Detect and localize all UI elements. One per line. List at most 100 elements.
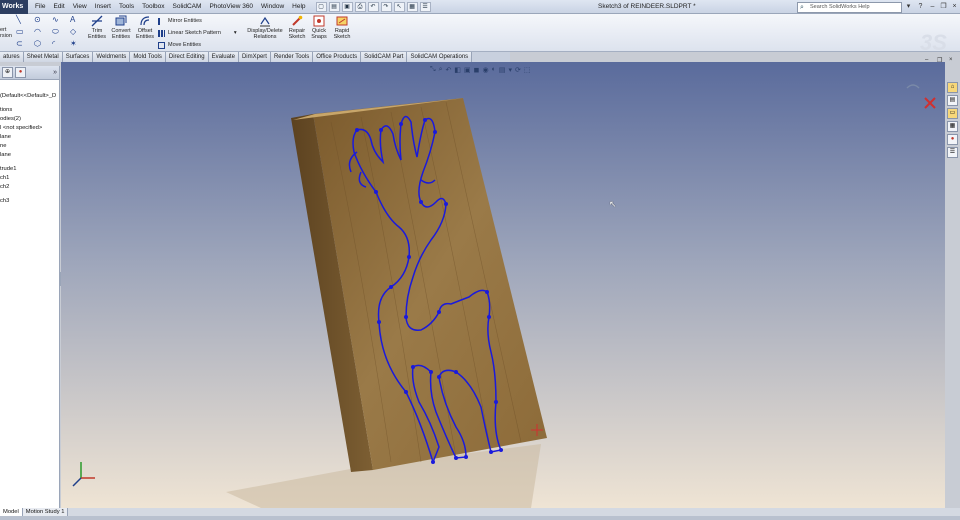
tree-item[interactable]: l <not specified> — [0, 124, 59, 133]
viewport-maximize-icon[interactable]: ❐ — [937, 57, 942, 64]
repair-sketch-button[interactable]: Repair Sketch — [286, 15, 308, 40]
linear-pattern-dropdown-icon[interactable]: ▾ — [234, 29, 237, 37]
apply-scene-icon[interactable]: ▤ — [499, 66, 506, 74]
open-folder-icon[interactable]: ▤ — [328, 1, 340, 12]
display-delete-relations-button[interactable]: Display/Delete Relations — [245, 15, 285, 40]
appearance-icon[interactable]: ● — [15, 67, 26, 78]
view-settings-icon[interactable]: ▾ — [508, 66, 512, 74]
tab-motion-study[interactable]: Motion Study 1 — [22, 508, 69, 516]
menu-edit[interactable]: Edit — [49, 0, 68, 14]
tree-item[interactable]: ch1 — [0, 174, 59, 183]
solidworks-resources-icon[interactable]: ⌂ — [947, 82, 958, 93]
tab-office-products[interactable]: Office Products — [313, 52, 362, 62]
tab-surfaces[interactable]: Surfaces — [62, 52, 94, 62]
tree-item[interactable]: odies(2) — [0, 115, 59, 124]
tree-item[interactable]: ch3 — [0, 197, 59, 206]
line-icon[interactable]: ╲ — [16, 15, 21, 24]
search-help-input[interactable]: ⌕ Search SolidWorks Help — [797, 2, 902, 13]
trim-entities-button[interactable]: Trim Entities — [86, 15, 108, 40]
tab-render-tools[interactable]: Render Tools — [270, 52, 314, 62]
tree-item[interactable]: trude1 — [0, 165, 59, 174]
view-orientation-icon[interactable]: ▣ — [464, 66, 471, 74]
slot-icon[interactable]: ⊂ — [16, 39, 23, 48]
view-palette-icon[interactable]: ▦ — [947, 121, 958, 132]
menu-insert[interactable]: Insert — [91, 0, 115, 14]
tab-model[interactable]: Model — [0, 508, 23, 516]
property-manager-icon[interactable]: ⊕ — [2, 67, 13, 78]
quick-snaps-button[interactable]: Quick Snaps — [308, 15, 330, 40]
mirror-entities-button[interactable]: Mirror Entities — [158, 17, 202, 25]
section-view-icon[interactable]: ◧ — [454, 66, 461, 74]
graphics-viewport[interactable] — [61, 62, 945, 508]
expand-chevron-icon[interactable]: » — [53, 69, 57, 76]
restore-icon[interactable]: ❐ — [939, 2, 948, 11]
tree-item[interactable]: ne — [0, 142, 59, 151]
move-entities-button[interactable]: Move Entities — [158, 41, 201, 49]
menu-help[interactable]: Help — [288, 0, 309, 14]
appearances-icon[interactable]: ● — [947, 134, 958, 145]
viewport-minimize-icon[interactable]: – — [925, 57, 928, 63]
rotate-view-icon[interactable]: ⟳ — [515, 66, 521, 74]
tab-direct-editing[interactable]: Direct Editing — [165, 52, 209, 62]
hide-show-icon[interactable]: ◉ — [482, 66, 488, 74]
select-icon[interactable]: ↖ — [393, 1, 405, 12]
tree-item[interactable]: lane — [0, 133, 59, 142]
tab-features[interactable]: atures — [0, 52, 24, 62]
text-icon[interactable]: A — [70, 15, 75, 24]
spline-icon[interactable]: ∿ — [52, 15, 59, 24]
zoom-fit-icon[interactable]: ⤡ — [430, 66, 436, 74]
rebuild-icon[interactable]: ▦ — [406, 1, 418, 12]
menu-file[interactable]: File — [31, 0, 49, 14]
print-icon[interactable]: ⎙ — [354, 1, 366, 12]
help-icon[interactable]: ? — [916, 2, 925, 11]
menu-photoview[interactable]: PhotoView 360 — [205, 0, 257, 14]
arc-icon[interactable]: ◠ — [34, 27, 41, 36]
convert-entities-button[interactable]: Convert Entities — [109, 15, 133, 40]
rectangle-icon[interactable]: ▭ — [16, 27, 24, 36]
tab-evaluate[interactable]: Evaluate — [208, 52, 239, 62]
tab-dimxpert[interactable]: DimXpert — [238, 52, 271, 62]
file-explorer-icon[interactable]: ▭ — [947, 108, 958, 119]
menu-toolbox[interactable]: Toolbox — [138, 0, 168, 14]
tree-item[interactable]: lane — [0, 151, 59, 160]
linear-pattern-button[interactable]: Linear Sketch Pattern ▾ — [158, 29, 237, 37]
menu-view[interactable]: View — [69, 0, 91, 14]
plane-icon[interactable]: ◇ — [70, 27, 76, 36]
tree-item[interactable]: ch2 — [0, 183, 59, 192]
custom-properties-icon[interactable]: ☰ — [947, 147, 958, 158]
menu-solidcam[interactable]: SolidCAM — [169, 0, 206, 14]
search-options-icon[interactable]: ▾ — [904, 2, 913, 11]
tab-mold-tools[interactable]: Mold Tools — [130, 52, 166, 62]
design-library-icon[interactable]: ▤ — [947, 95, 958, 106]
menu-tools[interactable]: Tools — [115, 0, 138, 14]
menu-window[interactable]: Window — [257, 0, 288, 14]
new-file-icon[interactable]: ▢ — [315, 1, 327, 12]
options-icon[interactable]: ☰ — [419, 1, 431, 12]
edit-appearance-icon[interactable]: ◐ — [492, 66, 496, 74]
ellipse-icon[interactable]: ⬭ — [52, 27, 59, 37]
convert-partial-label[interactable]: ert rsion — [0, 27, 12, 39]
zoom-area-icon[interactable]: ⌕ — [439, 66, 443, 74]
minimize-icon[interactable]: – — [928, 2, 937, 11]
point-icon[interactable]: ✶ — [70, 39, 77, 48]
polygon-icon[interactable]: ⬡ — [34, 39, 41, 48]
viewport-close-icon[interactable]: × — [949, 57, 953, 63]
tree-config[interactable]: (Default<<Default>_D — [0, 92, 59, 101]
tree-item[interactable]: tions — [0, 106, 59, 115]
previous-view-icon[interactable]: ↶ — [446, 66, 452, 74]
tab-weldments[interactable]: Weldments — [93, 52, 131, 62]
circle-icon[interactable]: ⊙ — [34, 15, 41, 24]
3d-view-icon[interactable]: ⬚ — [524, 66, 531, 74]
tab-sheet-metal[interactable]: Sheet Metal — [23, 52, 63, 62]
offset-entities-button[interactable]: Offset Entities — [134, 15, 156, 40]
redo-icon[interactable]: ↷ — [380, 1, 392, 12]
app-logo[interactable]: Works — [0, 0, 28, 14]
tab-solidcam-operations[interactable]: SolidCAM Operations — [407, 52, 473, 62]
rapid-sketch-button[interactable]: Rapid Sketch — [331, 15, 353, 40]
fillet-icon[interactable]: ◜ — [52, 39, 55, 48]
undo-icon[interactable]: ↶ — [367, 1, 379, 12]
tab-solidcam-part[interactable]: SolidCAM Part — [361, 52, 408, 62]
close-icon[interactable]: × — [950, 2, 959, 11]
save-icon[interactable]: ▣ — [341, 1, 353, 12]
display-style-icon[interactable]: ◼ — [474, 66, 480, 74]
